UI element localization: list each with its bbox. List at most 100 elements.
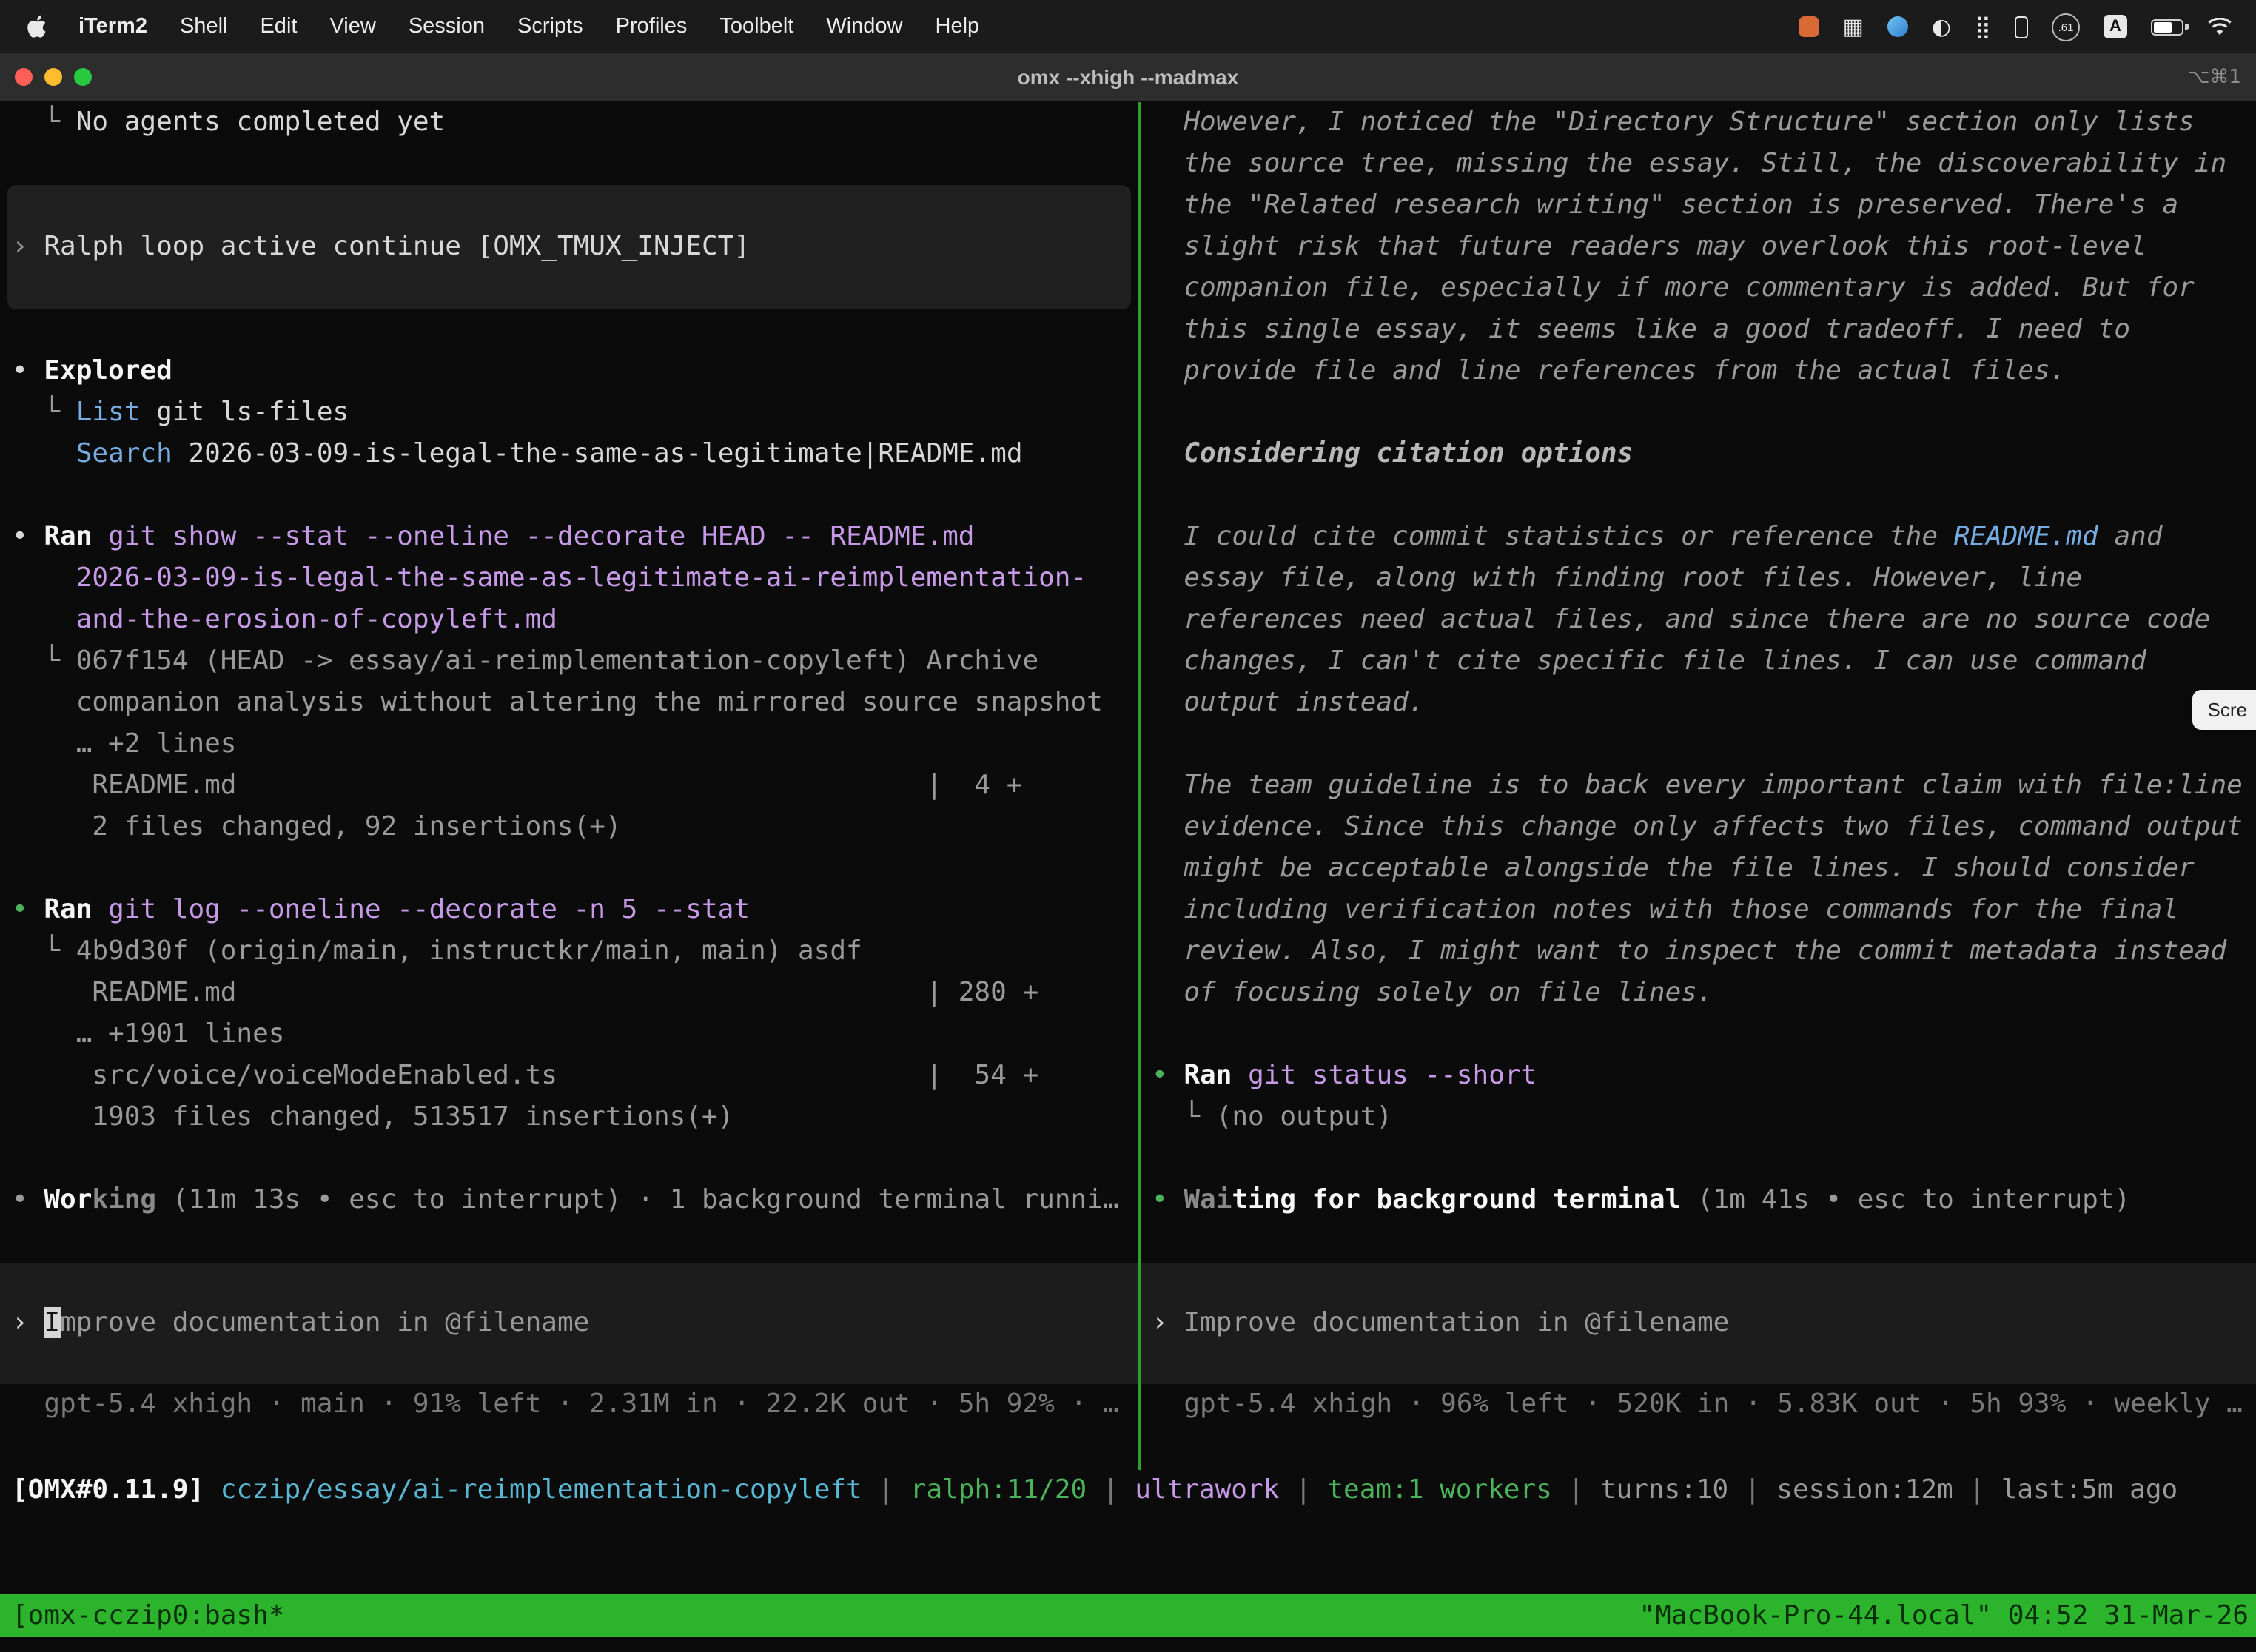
right-terminal-pane[interactable]: However, I noticed the "Directory Struct… <box>1141 102 2256 1470</box>
right-scrollback: However, I noticed the "Directory Struct… <box>1141 102 2256 1263</box>
terminal-line <box>0 1138 1138 1180</box>
close-button[interactable] <box>15 68 33 86</box>
menu-item-scripts[interactable]: Scripts <box>501 15 600 38</box>
menu-item-help[interactable]: Help <box>919 15 996 38</box>
text-segment: • <box>12 894 44 925</box>
macos-desktop: iTerm2 Shell Edit View Session Scripts P… <box>0 0 2256 1652</box>
text-segment: I could cite commit statistics or refere… <box>1152 521 1954 552</box>
terminal-line: • Ran git log --oneline --decorate -n 5 … <box>0 890 1138 931</box>
text-segment: slight risk that future readers may over… <box>1152 231 2146 262</box>
text-segment: references need actual files, and since … <box>1152 604 2211 635</box>
terminal-line: this single essay, it seems like a good … <box>1141 309 2256 351</box>
terminal-line: and-the-erosion-of-copyleft.md <box>0 600 1138 641</box>
text-segment: (1m 41s • esc to interrupt) <box>1681 1184 2130 1215</box>
terminal-line: gpt-5.4 xhigh · 96% left · 520K in · 5.8… <box>1141 1384 2256 1426</box>
text-segment: might be acceptable alongside the file l… <box>1152 853 2195 884</box>
terminal-line: essay file, along with finding root file… <box>1141 558 2256 600</box>
text-segment: • <box>1152 1184 1184 1215</box>
text-segment: ting for background terminal <box>1232 1184 1681 1215</box>
zoom-button[interactable] <box>74 68 92 86</box>
menu-item-iterm2[interactable]: iTerm2 <box>62 15 164 38</box>
text-segment: └ <box>12 397 76 428</box>
terminal-line: The team guideline is to back every impo… <box>1141 765 2256 807</box>
menu-item-edit[interactable]: Edit <box>244 15 313 38</box>
shell-prompt-gap <box>0 1511 2256 1594</box>
apple-menu[interactable] <box>18 15 62 38</box>
omx-turns: turns:10 <box>1600 1474 1728 1505</box>
battery-fill <box>2154 21 2172 32</box>
grid-icon[interactable]: ▦ <box>1842 16 1863 38</box>
terminal-area: └ No agents completed yet › Ralph loop a… <box>0 102 2256 1470</box>
screen-recording-indicator-icon[interactable] <box>1798 16 1819 37</box>
menu-item-toolbelt[interactable]: Toolbelt <box>703 15 810 38</box>
blue-app-icon[interactable] <box>1887 16 1908 37</box>
terminal-line: companion file, especially if more comme… <box>1141 268 2256 309</box>
battery-icon[interactable] <box>2151 19 2183 35</box>
minimize-button[interactable] <box>44 68 62 86</box>
text-segment: └ (no output) <box>1152 1101 1392 1132</box>
omx-separator: | <box>1728 1474 1776 1505</box>
terminal-line <box>0 309 1138 351</box>
terminal-line: • Ran git show --stat --oneline --decora… <box>0 517 1138 558</box>
dots-grid-icon[interactable]: ⣿ <box>1975 16 1991 38</box>
menu-item-profiles[interactable]: Profiles <box>600 15 704 38</box>
text-segment: 1903 files changed, 513517 insertions(+) <box>12 1101 733 1132</box>
terminal-line: › Improve documentation in @filename <box>1141 1303 2256 1344</box>
text-segment: git ls-files <box>140 397 349 428</box>
terminal-line: output instead. <box>1141 682 2256 724</box>
menu-item-window[interactable]: Window <box>810 15 919 38</box>
right-prompt-input[interactable]: › Improve documentation in @filename <box>1141 1263 2256 1384</box>
terminal-line: the source tree, missing the essay. Stil… <box>1141 144 2256 185</box>
text-segment: List <box>76 397 141 428</box>
cursor-block: I <box>44 1307 60 1338</box>
left-scrollback: • Explored └ List git ls-files Search 20… <box>0 309 1138 1263</box>
omx-separator: | <box>1953 1474 2001 1505</box>
text-segment: and-the-erosion-of-copyleft.md <box>12 604 557 635</box>
window-shortcut-badge: ⌥⌘1 <box>2187 66 2241 88</box>
text-segment: evidence. Since this change only affects… <box>1152 811 2243 842</box>
text-segment: README.md | 4 + <box>12 770 1022 801</box>
terminal-line: However, I noticed the "Directory Struct… <box>1141 102 2256 144</box>
text-segment: git status --short <box>1248 1060 1537 1091</box>
omx-separator: | <box>1552 1474 1600 1505</box>
input-source-icon[interactable]: A <box>2104 15 2127 38</box>
text-segment: Wai <box>1184 1184 1232 1215</box>
menu-item-session[interactable]: Session <box>392 15 501 38</box>
tmux-bar-spacer <box>284 1594 1639 1637</box>
text-segment: Considering citation options <box>1152 438 1633 469</box>
terminal-line: companion analysis without altering the … <box>0 682 1138 724</box>
omx-session-time: session:12m <box>1776 1474 1953 1505</box>
gauge-icon[interactable]: .61 <box>2052 13 2080 41</box>
terminal-line: src/voice/voiceModeEnabled.ts | 54 + <box>0 1055 1138 1097</box>
omx-space <box>204 1474 221 1505</box>
text-segment: mprove documentation in @filename <box>60 1307 589 1338</box>
text-segment: Explored <box>44 355 172 386</box>
terminal-line: README.md | 280 + <box>0 973 1138 1014</box>
terminal-line: • Ran git status --short <box>1141 1055 2256 1097</box>
text-segment: the "Related research writing" section i… <box>1152 189 2178 221</box>
contrast-icon[interactable]: ◐ <box>1932 16 1951 38</box>
menu-item-view[interactable]: View <box>313 15 392 38</box>
terminal-line: references need actual files, and since … <box>1141 600 2256 641</box>
screen-overlay-button[interactable]: Scre <box>2193 690 2256 730</box>
omx-status-line: [OMX#0.11.9] cczip/essay/ai-reimplementa… <box>0 1470 2256 1511</box>
phone-icon[interactable] <box>2015 16 2028 38</box>
terminal-line: changes, I can't cite specific file line… <box>1141 641 2256 682</box>
tmux-status-bar: [omx-cczip0:bash* "MacBook-Pro-44.local"… <box>0 1594 2256 1637</box>
left-prompt-input[interactable]: › Improve documentation in @filename <box>0 1263 1138 1384</box>
menu-item-shell[interactable]: Shell <box>164 15 244 38</box>
text-segment <box>92 894 108 925</box>
text-segment: companion analysis without altering the … <box>12 687 1103 718</box>
window-title-bar[interactable]: omx --xhigh --madmax ⌥⌘1 <box>0 53 2256 102</box>
wifi-icon[interactable] <box>2207 17 2232 36</box>
left-terminal-pane[interactable]: └ No agents completed yet › Ralph loop a… <box>0 102 1138 1470</box>
terminal-line: └ 4b9d30f (origin/main, instructkr/main,… <box>0 931 1138 973</box>
terminal-line: review. Also, I might want to inspect th… <box>1141 931 2256 973</box>
terminal-line: including verification notes with those … <box>1141 890 2256 931</box>
text-segment: 2026-03-09-is-legal-the-same-as-legitima… <box>12 563 1087 594</box>
text-segment: essay file, along with finding root file… <box>1152 563 2082 594</box>
apple-icon <box>27 15 47 38</box>
text-segment <box>1232 1060 1248 1091</box>
text-segment: provide file and line references from th… <box>1152 355 2066 386</box>
terminal-line: gpt-5.4 xhigh · main · 91% left · 2.31M … <box>0 1384 1138 1426</box>
